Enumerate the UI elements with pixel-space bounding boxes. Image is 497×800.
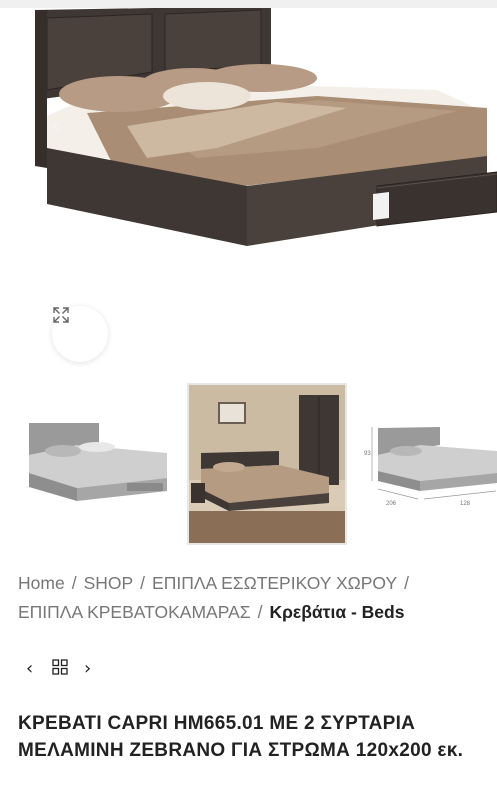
product-navigation: ‹ › (24, 658, 104, 682)
chevron-left-icon: ‹ (51, 114, 61, 139)
grid-icon (52, 659, 68, 675)
thumbnail-strip: 93 206 128 (0, 383, 497, 545)
breadcrumb-current: Κρεβάτια - Beds (269, 602, 405, 622)
thumbnail-3[interactable]: 93 206 128 (360, 383, 497, 545)
zoom-button[interactable] (52, 306, 108, 362)
chevron-right-icon: › (84, 658, 92, 679)
thumbnail-1[interactable] (17, 383, 177, 545)
breadcrumb-separator: / (140, 573, 146, 593)
breadcrumb-interior-furniture[interactable]: ΕΠΙΠΛΑ ΕΣΩΤΕΡΙΚΟΥ ΧΩΡΟΥ (152, 573, 397, 593)
expand-icon (53, 307, 69, 323)
gallery-prev-button[interactable]: ‹ (47, 112, 65, 142)
product-title: ΚΡΕΒΑΤΙ CAPRI HM665.01 ΜΕ 2 ΣΥΡΤΑΡΙΑ ΜΕΛ… (18, 713, 464, 761)
thumb-dim-width: 128 (460, 501, 471, 507)
chevron-left-icon: ‹ (26, 658, 34, 679)
breadcrumb-bedroom-furniture[interactable]: ΕΠΙΠΛΑ ΚΡΕΒΑΤΟΚΑΜΑΡΑΣ (18, 602, 251, 622)
product-gallery[interactable]: ‹ › (17, 8, 497, 374)
breadcrumb-separator: / (404, 573, 410, 593)
breadcrumb-home[interactable]: Home (18, 573, 65, 593)
breadcrumb-separator: / (71, 573, 77, 593)
back-to-grid-button[interactable] (52, 659, 68, 680)
thumbnail-2[interactable] (187, 383, 347, 545)
breadcrumb-separator: / (257, 602, 263, 622)
thumb-dim-length: 206 (386, 501, 397, 507)
breadcrumb: Home / SHOP / ΕΠΙΠΛΑ ΕΣΩΤΕΡΙΚΟΥ ΧΩΡΟΥ / ΕΠΙΠΛΑ… (18, 569, 488, 627)
breadcrumb-shop[interactable]: SHOP (84, 573, 134, 593)
thumb-dim-height: 93 (364, 451, 371, 457)
top-bar (0, 0, 497, 8)
